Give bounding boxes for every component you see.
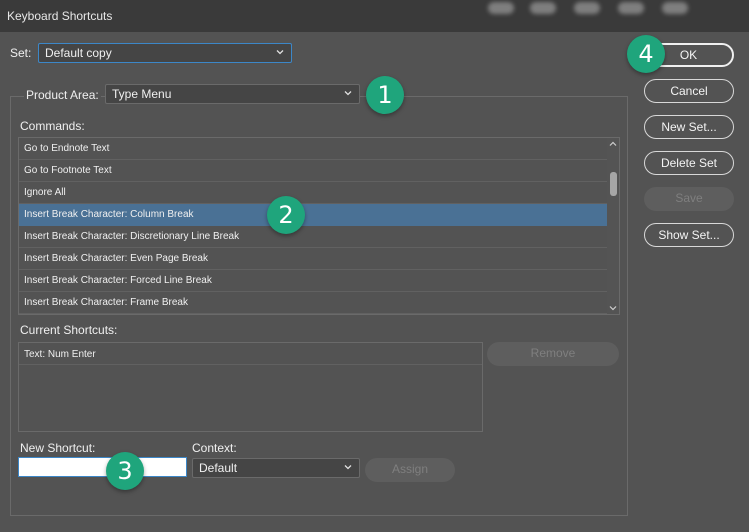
scroll-up-arrow-icon[interactable] xyxy=(609,140,617,148)
step-badge-2: 2 xyxy=(267,196,305,234)
command-row-label: Insert Break Character: Discretionary Li… xyxy=(24,231,240,242)
context-label: Context: xyxy=(192,441,237,455)
new-shortcut-label: New Shortcut: xyxy=(20,441,96,455)
commands-list[interactable]: Go to Endnote Text Go to Footnote Text I… xyxy=(18,137,620,315)
command-row-label: Insert Break Character: Column Break xyxy=(24,209,194,220)
command-row-label: Insert Break Character: Forced Line Brea… xyxy=(24,275,212,286)
product-area-value: Type Menu xyxy=(112,87,172,101)
blurred-window-controls xyxy=(480,2,710,16)
step-badge-4: 4 xyxy=(627,35,665,73)
save-button[interactable]: Save xyxy=(644,187,734,211)
scroll-down-arrow-icon[interactable] xyxy=(609,304,617,312)
command-row[interactable]: Go to Footnote Text xyxy=(19,160,607,182)
window-title: Keyboard Shortcuts xyxy=(7,9,113,23)
command-row-label: Insert Break Character: Even Page Break xyxy=(24,253,208,264)
command-row-label: Go to Endnote Text xyxy=(24,143,110,154)
show-set-button[interactable]: Show Set... xyxy=(644,223,734,247)
context-value: Default xyxy=(199,461,238,475)
product-area-label: Product Area: xyxy=(24,88,101,102)
command-row-label: Ignore All xyxy=(24,187,66,198)
new-shortcut-input[interactable] xyxy=(18,457,187,477)
cancel-button[interactable]: Cancel xyxy=(644,79,734,103)
context-dropdown[interactable]: Default xyxy=(192,458,360,478)
scrollbar-thumb[interactable] xyxy=(610,172,617,196)
set-dropdown-value: Default copy xyxy=(45,46,112,60)
current-shortcuts-list[interactable]: Text: Num Enter xyxy=(18,342,483,432)
current-shortcuts-label: Current Shortcuts: xyxy=(20,323,118,337)
commands-label: Commands: xyxy=(20,119,85,133)
command-row[interactable]: Insert Break Character: Frame Break xyxy=(19,292,607,314)
current-shortcut-label: Text: Num Enter xyxy=(24,349,96,360)
command-row-label: Go to Footnote Text xyxy=(24,165,112,176)
command-row[interactable]: Ignore All xyxy=(19,182,607,204)
command-row-selected[interactable]: Insert Break Character: Column Break xyxy=(19,204,607,226)
command-row[interactable]: Go to Endnote Text xyxy=(19,138,607,160)
step-badge-3: 3 xyxy=(106,452,144,490)
chevron-down-icon xyxy=(276,50,284,55)
remove-button[interactable]: Remove xyxy=(487,342,619,366)
set-label: Set: xyxy=(10,46,32,60)
command-row[interactable]: Insert Break Character: Forced Line Brea… xyxy=(19,270,607,292)
keyboard-shortcuts-dialog: Keyboard Shortcuts Set: Default copy Pro… xyxy=(0,0,749,532)
commands-scrollbar[interactable] xyxy=(607,138,619,314)
command-row-label: Insert Break Character: Frame Break xyxy=(24,297,188,308)
command-row[interactable]: Insert Break Character: Even Page Break xyxy=(19,248,607,270)
chevron-down-icon xyxy=(344,465,352,470)
set-dropdown[interactable]: Default copy xyxy=(38,43,292,63)
command-row[interactable]: Insert Break Character: Discretionary Li… xyxy=(19,226,607,248)
assign-button[interactable]: Assign xyxy=(365,458,455,482)
new-set-button[interactable]: New Set... xyxy=(644,115,734,139)
product-area-dropdown[interactable]: Type Menu xyxy=(105,84,360,104)
current-shortcut-item[interactable]: Text: Num Enter xyxy=(19,343,482,365)
chevron-down-icon xyxy=(344,91,352,96)
step-badge-1: 1 xyxy=(366,76,404,114)
title-bar[interactable]: Keyboard Shortcuts xyxy=(0,0,749,32)
delete-set-button[interactable]: Delete Set xyxy=(644,151,734,175)
